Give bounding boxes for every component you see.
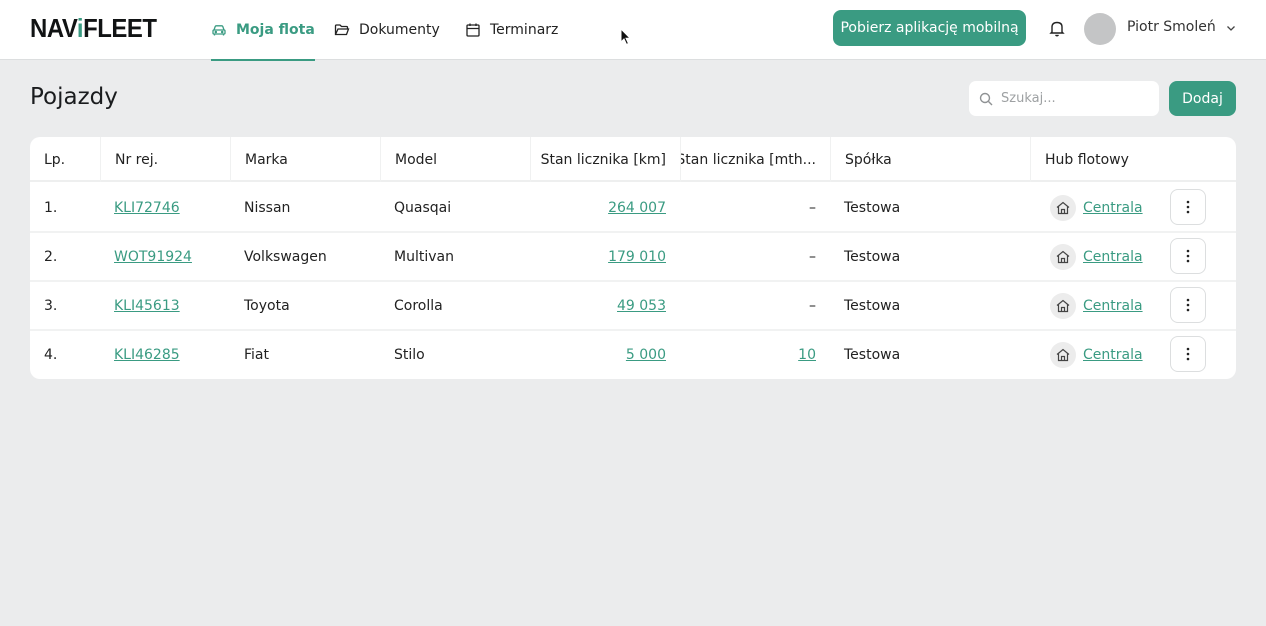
column-header-nr-rej[interactable]: Nr rej.: [100, 137, 230, 182]
hub-link[interactable]: Centrala: [1083, 298, 1143, 314]
hub-link[interactable]: Centrala: [1083, 347, 1143, 363]
table-row[interactable]: 3. KLI45613 Toyota Corolla 49 053 – Test…: [30, 282, 1236, 331]
cell-model: Multivan: [394, 248, 454, 265]
cell-lp: 2.: [44, 248, 58, 265]
nav-tab-moja-flota[interactable]: Moja flota: [211, 0, 315, 61]
home-icon: [1050, 292, 1076, 319]
cell-odometer-mth: –: [809, 297, 816, 314]
odometer-km-link[interactable]: 179 010: [608, 249, 666, 265]
column-header-spolka[interactable]: Spółka: [830, 137, 1030, 182]
page-title: Pojazdy: [30, 84, 118, 110]
nav-tab-dokumenty[interactable]: Dokumenty: [334, 0, 440, 60]
hub-link[interactable]: Centrala: [1083, 200, 1143, 216]
nav-tab-label: Dokumenty: [359, 22, 440, 38]
column-header-lp[interactable]: Lp.: [30, 137, 100, 182]
registration-link[interactable]: KLI45613: [114, 298, 180, 314]
search-icon: [979, 92, 993, 105]
table-header: Lp. Nr rej. Marka Model Stan licznika [k…: [30, 137, 1236, 182]
user-avatar[interactable]: [1084, 13, 1116, 45]
mouse-cursor-icon: [620, 28, 632, 46]
add-vehicle-button[interactable]: Dodaj: [1169, 81, 1236, 116]
search-box[interactable]: [969, 81, 1159, 116]
download-mobile-app-button[interactable]: Pobierz aplikację mobilną: [833, 10, 1026, 46]
odometer-km-link[interactable]: 49 053: [617, 298, 666, 314]
odometer-km-link[interactable]: 5 000: [626, 347, 666, 363]
cell-model: Corolla: [394, 297, 443, 314]
column-header-marka[interactable]: Marka: [230, 137, 380, 182]
cell-odometer-mth: –: [809, 199, 816, 216]
more-vertical-icon: [1186, 200, 1190, 214]
cell-model: Stilo: [394, 346, 425, 363]
registration-link[interactable]: KLI46285: [114, 347, 180, 363]
calendar-icon: [466, 23, 480, 37]
hub-link[interactable]: Centrala: [1083, 249, 1143, 265]
logo-text-end: FLEET: [83, 13, 157, 43]
more-vertical-icon: [1186, 298, 1190, 312]
column-header-stan-licznika-km[interactable]: Stan licznika [km]: [530, 137, 680, 182]
table-row[interactable]: 1. KLI72746 Nissan Quasqai 264 007 – Tes…: [30, 184, 1236, 233]
chevron-down-icon[interactable]: [1225, 22, 1237, 34]
registration-link[interactable]: WOT91924: [114, 249, 192, 265]
home-icon: [1050, 194, 1076, 221]
top-navigation-bar: NAViFLEET Moja flota Dokumenty Terminarz…: [0, 0, 1266, 61]
cell-spolka: Testowa: [844, 199, 901, 216]
search-input[interactable]: [1001, 91, 1151, 106]
table-row[interactable]: 4. KLI46285 Fiat Stilo 5 000 10 Testowa …: [30, 331, 1236, 379]
car-icon: [212, 25, 226, 36]
row-actions-button[interactable]: [1170, 238, 1206, 274]
row-actions-button[interactable]: [1170, 287, 1206, 323]
logo-text-start: NAV: [30, 13, 77, 43]
folder-icon: [334, 24, 350, 36]
vehicles-table: Lp. Nr rej. Marka Model Stan licznika [k…: [30, 137, 1236, 379]
odometer-mth-link[interactable]: 10: [798, 347, 816, 363]
nav-tab-terminarz[interactable]: Terminarz: [465, 0, 558, 60]
navifleet-logo[interactable]: NAViFLEET: [30, 13, 157, 44]
user-name[interactable]: Piotr Smoleń: [1127, 19, 1216, 35]
cell-marka: Toyota: [244, 297, 290, 314]
odometer-km-link[interactable]: 264 007: [608, 200, 666, 216]
row-actions-button[interactable]: [1170, 189, 1206, 225]
cell-lp: 1.: [44, 199, 58, 216]
column-header-stan-licznika-mth[interactable]: Stan licznika [mth...: [680, 137, 830, 182]
table-row[interactable]: 2. WOT91924 Volkswagen Multivan 179 010 …: [30, 233, 1236, 282]
cell-spolka: Testowa: [844, 248, 901, 265]
cell-lp: 3.: [44, 297, 58, 314]
more-vertical-icon: [1186, 249, 1190, 263]
cell-spolka: Testowa: [844, 297, 901, 314]
nav-tab-label: Moja flota: [236, 22, 315, 38]
cell-marka: Nissan: [244, 199, 291, 216]
cell-model: Quasqai: [394, 199, 452, 216]
cell-odometer-mth: –: [809, 248, 816, 265]
more-vertical-icon: [1186, 347, 1190, 361]
column-header-model[interactable]: Model: [380, 137, 530, 182]
registration-link[interactable]: KLI72746: [114, 200, 180, 216]
home-icon: [1050, 243, 1076, 270]
notifications-bell-icon[interactable]: [1047, 18, 1067, 38]
column-header-hub-flotowy[interactable]: Hub flotowy: [1030, 137, 1236, 182]
row-actions-button[interactable]: [1170, 336, 1206, 372]
nav-tab-label: Terminarz: [490, 22, 559, 38]
cell-marka: Fiat: [244, 346, 269, 363]
cell-spolka: Testowa: [844, 346, 901, 363]
cell-lp: 4.: [44, 346, 58, 363]
home-icon: [1050, 341, 1076, 368]
cell-marka: Volkswagen: [244, 248, 327, 265]
